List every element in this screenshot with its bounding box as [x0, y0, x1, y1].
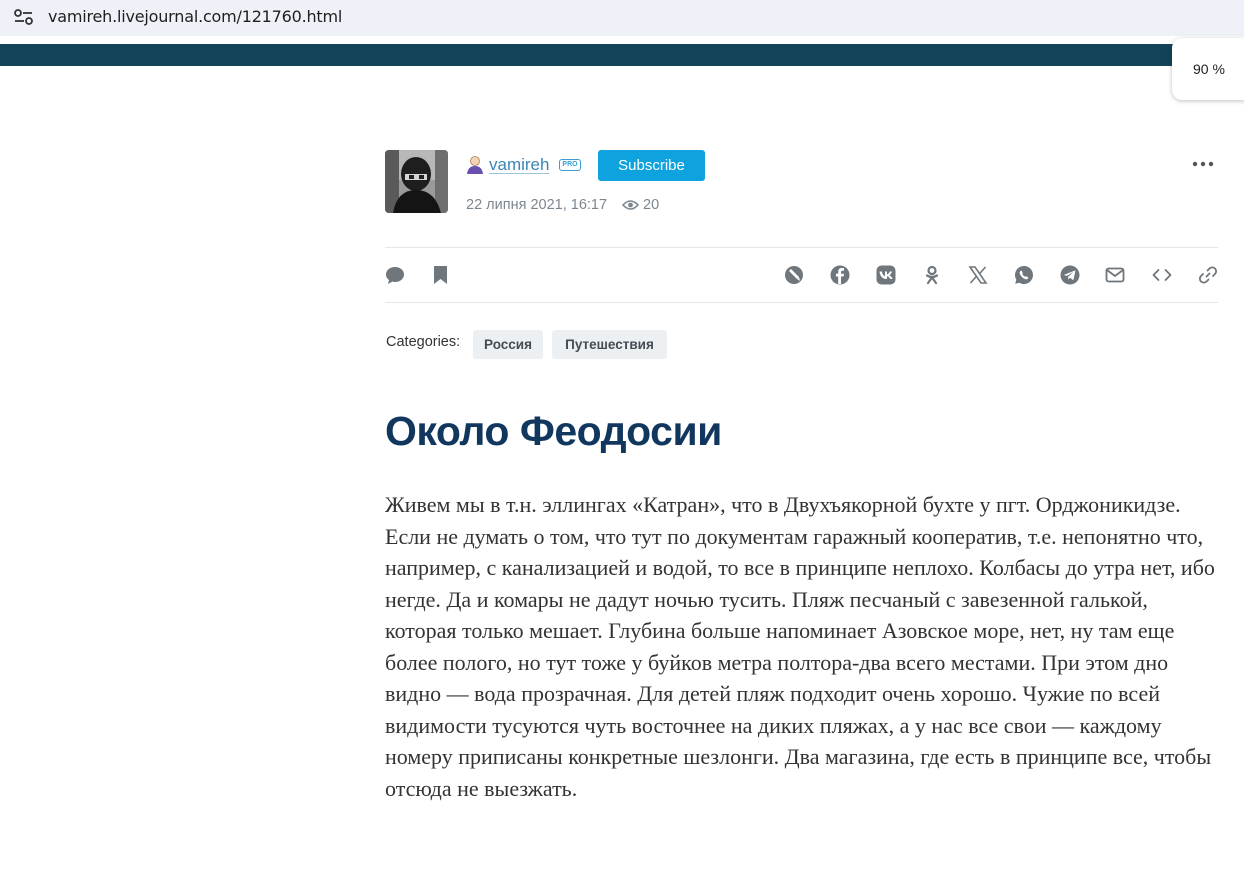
view-count: 20: [643, 197, 660, 213]
user-icon: [465, 155, 485, 175]
x-icon[interactable]: [968, 265, 988, 285]
post-title: Около Феодосии: [385, 408, 722, 454]
zoom-indicator[interactable]: 90 %: [1172, 38, 1244, 100]
more-options-icon[interactable]: [1191, 153, 1215, 175]
site-settings-icon[interactable]: [12, 6, 36, 28]
post-body: Живем мы в т.н. эллингах «Катран», что в…: [385, 492, 1215, 801]
odnoklassniki-icon[interactable]: [922, 265, 942, 285]
avatar[interactable]: [385, 150, 448, 213]
whatsapp-icon[interactable]: [1014, 265, 1034, 285]
categories-label: Categories:: [386, 334, 461, 350]
address-bar[interactable]: vamireh.livejournal.com/121760.html: [0, 0, 1244, 36]
url-text[interactable]: vamireh.livejournal.com/121760.html: [48, 7, 342, 26]
embed-icon[interactable]: [1152, 265, 1172, 285]
zoom-level: 90 %: [1193, 61, 1225, 77]
email-icon[interactable]: [1105, 265, 1125, 285]
repost-icon[interactable]: [784, 265, 804, 285]
divider: [385, 302, 1218, 303]
bookmark-icon[interactable]: [431, 265, 451, 285]
divider: [385, 247, 1218, 248]
category-tag-russia[interactable]: Россия: [473, 330, 543, 359]
site-header-bar: [0, 44, 1244, 66]
post-date: 22 липня 2021, 16:17: [466, 197, 608, 213]
vk-icon[interactable]: [876, 265, 896, 285]
telegram-icon[interactable]: [1060, 265, 1080, 285]
eye-icon: [621, 198, 640, 212]
pro-badge: PRO: [559, 159, 581, 171]
username-link[interactable]: vamireh: [489, 155, 549, 175]
subscribe-button[interactable]: Subscribe: [598, 150, 705, 181]
link-icon[interactable]: [1198, 265, 1218, 285]
facebook-icon[interactable]: [830, 265, 850, 285]
category-tag-travel[interactable]: Путешествия: [552, 330, 667, 359]
comment-icon[interactable]: [385, 265, 405, 285]
